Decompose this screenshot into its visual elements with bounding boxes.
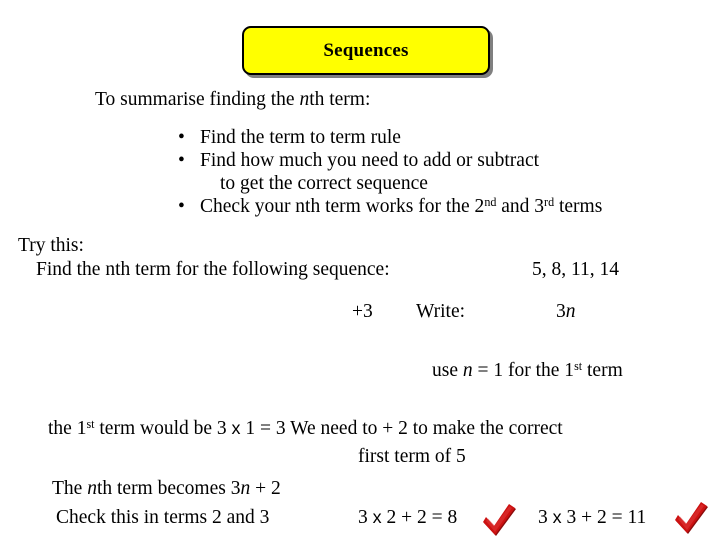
red-check-mark-icon xyxy=(675,502,708,534)
summary-intro-post: th term: xyxy=(309,89,371,110)
summary-intro-line: To summarise finding the nth term: xyxy=(95,88,370,111)
bullet-text: Find the term to term rule xyxy=(200,127,401,148)
check-calculation-term-3: 3 x 3 + 2 = 11 xyxy=(538,506,646,529)
expression-coefficient: 3 xyxy=(556,301,566,322)
first-term-post: 1 = 3 We need to + 2 to make the correct xyxy=(240,418,563,439)
check-calculation-term-2: 3 x 2 + 2 = 8 xyxy=(358,506,457,529)
expression-3n: 3n xyxy=(556,300,576,323)
find-nth-prompt: Find the nth term for the following sequ… xyxy=(36,259,390,280)
bullet-text-mid: and 3 xyxy=(496,196,545,217)
bullet-text: to get the correct sequence xyxy=(220,173,428,194)
bullet-text-pre: Check your nth term works for the 2 xyxy=(200,196,485,217)
check-2-a: 3 xyxy=(538,507,553,528)
bullet-dot-icon: • xyxy=(178,150,185,171)
nth-becomes-mid: th term becomes 3 xyxy=(96,478,241,499)
ordinal-suffix-st: st xyxy=(574,359,583,374)
summary-intro-pre: To summarise finding the xyxy=(95,89,300,110)
bullet-dot-icon: • xyxy=(178,127,185,148)
use-n-post: term xyxy=(582,360,623,381)
multiplication-sign: x xyxy=(372,507,382,527)
list-item: • Find how much you need to add or subtra… xyxy=(176,149,602,172)
first-term-calculation-line: the 1st term would be 3 x 1 = 3 We need … xyxy=(48,417,563,440)
check-terms-label: Check this in terms 2 and 3 xyxy=(56,507,270,528)
multiplication-sign: x xyxy=(231,418,241,438)
nth-becomes-post: + 2 xyxy=(250,478,281,499)
use-n-pre: use xyxy=(432,360,463,381)
use-n-variable: n xyxy=(462,360,473,381)
expression-variable: n xyxy=(565,301,576,322)
check-2-b: 3 + 2 = 11 xyxy=(561,507,647,528)
try-this-label: Try this: xyxy=(18,235,84,256)
bullet-text-post: terms xyxy=(554,196,603,217)
bullet-text: Find how much you need to add or subtrac… xyxy=(200,150,540,171)
summary-intro-variable: n xyxy=(299,89,310,110)
nth-becomes-pre: The xyxy=(52,478,88,499)
check-1-b: 2 + 2 = 8 xyxy=(381,507,458,528)
write-label: Write: xyxy=(416,301,466,322)
nth-term-result-line: The nth term becomes 3n + 2 xyxy=(52,477,281,500)
slide-title-box: Sequences xyxy=(242,26,490,75)
check-1-a: 3 xyxy=(358,507,373,528)
summary-bullet-list: • Find the term to term rule • Find how mu… xyxy=(176,126,602,218)
use-n-equals-one-line: use n = 1 for the 1st term xyxy=(432,359,623,382)
list-item-continuation: to get the correct sequence xyxy=(176,172,602,195)
sequence-values: 5, 8, 11, 14 xyxy=(532,259,620,280)
first-term-mid: term would be 3 xyxy=(94,418,232,439)
first-term-of-five-line: first term of 5 xyxy=(358,446,466,467)
list-item: • Check your nth term works for the 2nd a… xyxy=(176,195,602,218)
bullet-dot-icon: • xyxy=(178,196,185,217)
use-n-mid: = 1 for the 1 xyxy=(472,360,575,381)
red-check-mark-icon xyxy=(483,504,516,536)
term-to-term-rule: +3 xyxy=(352,301,373,322)
ordinal-suffix-rd: rd xyxy=(544,195,555,210)
first-term-pre: the 1 xyxy=(48,418,87,439)
ordinal-suffix-nd: nd xyxy=(484,195,497,210)
ordinal-suffix-st: st xyxy=(86,417,95,432)
slide-canvas: Sequences To summarise finding the nth t… xyxy=(0,0,720,540)
nth-becomes-variable-2: n xyxy=(240,478,251,499)
list-item: • Find the term to term rule xyxy=(176,126,602,149)
nth-becomes-variable-1: n xyxy=(87,478,97,499)
multiplication-sign: x xyxy=(552,507,562,527)
slide-title-text: Sequences xyxy=(323,40,409,61)
